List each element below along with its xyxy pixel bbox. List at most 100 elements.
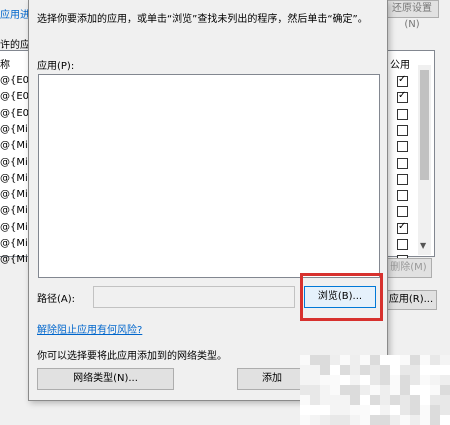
allow-another-app-button[interactable]: 应用(R)... [385,290,437,310]
watermark-pixel [400,365,410,375]
allow-app-link[interactable]: 应用进 [0,6,30,21]
unblock-risk-link[interactable]: 解除阻止应用有何风险? [37,321,142,336]
watermark-pixel [430,415,440,425]
watermark-pixel [320,395,330,405]
watermark-pixel [320,385,330,395]
scrollbar-thumb[interactable] [420,70,429,180]
public-checkbox[interactable] [397,239,408,250]
apps-listbox[interactable] [38,74,380,278]
watermark-pixel [390,375,400,385]
row-app-name: @{E0 [0,91,30,103]
watermark-pixel [350,405,360,415]
column-name-header[interactable]: 称 [0,56,10,71]
public-checkbox[interactable] [397,221,408,234]
watermark-pixel [350,385,360,395]
public-checkbox[interactable] [397,190,408,202]
watermark-pixel [420,365,430,375]
watermark-pixel [370,375,380,385]
public-checkbox[interactable] [397,157,408,169]
watermark-pixel [320,415,330,425]
scroll-down-arrow-icon[interactable]: ▼ [420,241,426,250]
watermark-pixel [430,375,440,385]
watermark-pixel [410,415,420,425]
row-app-name: @{Mi [0,205,28,217]
watermark-pixel [310,385,320,395]
watermark-pixel [350,365,360,375]
watermark-pixel [310,405,320,415]
watermark-pixel [390,395,400,405]
restore-settings-button[interactable]: 还原设置(N) [385,0,439,30]
path-label: 路径(A): [37,294,76,305]
watermark-pixel [340,355,350,365]
add-button[interactable]: 添加 [237,368,307,390]
column-public-header[interactable]: 公用 [390,56,410,71]
watermark-pixel [410,365,420,375]
watermark-pixel [440,385,450,395]
public-checkbox[interactable] [397,173,408,185]
row-app-name: @{Mi [0,123,28,135]
watermark-pixel [300,375,310,385]
watermark-pixel [300,365,310,375]
dialog-instruction: 选择你要添加的应用，或单击“浏览”查找未列出的程序，然后单击“确定”。 [37,14,368,25]
watermark-pixel [380,355,390,365]
watermark-pixel [350,355,360,365]
delete-button[interactable]: 删除(M) [385,258,432,278]
network-types-button[interactable]: 网络类型(N)... [37,368,174,390]
watermark-pixel [330,355,340,365]
watermark-pixel [420,355,430,365]
watermark-pixel [380,365,390,375]
watermark-pixel [400,385,410,395]
watermark-pixel [350,395,360,405]
path-input[interactable] [93,286,295,308]
watermark-pixel [330,405,340,415]
watermark-pixel [410,375,420,385]
watermark-pixel [440,365,450,375]
watermark-pixel [380,405,390,415]
row-app-name: @{Mi [0,189,28,201]
row-app-name: @{E0 [0,75,30,86]
allowed-apps-label: 许的应 [0,40,30,51]
pixelated-watermark [300,355,450,425]
watermark-pixel [420,395,430,405]
watermark-pixel [320,365,330,375]
watermark-pixel [400,375,410,385]
watermark-pixel [340,405,350,415]
watermark-pixel [440,355,450,365]
public-checkbox[interactable] [397,74,408,87]
watermark-pixel [420,415,430,425]
watermark-pixel [330,365,340,375]
watermark-pixel [310,375,320,385]
public-checkbox[interactable] [397,108,408,120]
watermark-pixel [330,375,340,385]
watermark-pixel [360,355,370,365]
watermark-pixel [320,355,330,365]
public-checkbox[interactable] [397,206,408,218]
watermark-pixel [420,405,430,415]
watermark-pixel [400,415,410,425]
row-app-name: @{Mi [0,156,28,168]
list-scrollbar[interactable]: ▼ [418,65,431,255]
watermark-pixel [400,395,410,405]
watermark-pixel [390,355,400,365]
watermark-pixel [420,375,430,385]
network-type-description: 你可以选择要将此应用添加到的网络类型。 [37,351,227,362]
watermark-pixel [300,415,310,425]
public-checkbox[interactable] [397,124,408,136]
watermark-pixel [340,385,350,395]
watermark-pixel [370,355,380,365]
watermark-pixel [360,375,370,385]
watermark-pixel [340,415,350,425]
watermark-pixel [390,405,400,415]
watermark-pixel [340,395,350,405]
public-checkbox[interactable] [397,141,408,153]
watermark-pixel [390,415,400,425]
watermark-pixel [440,375,450,385]
watermark-pixel [430,405,440,415]
watermark-pixel [430,365,440,375]
watermark-pixel [300,355,310,365]
watermark-pixel [380,415,390,425]
browse-button[interactable]: 浏览(B)... [304,286,376,308]
public-checkbox[interactable] [397,90,408,104]
watermark-pixel [440,395,450,405]
row-app-name: @{Mi [0,221,28,233]
